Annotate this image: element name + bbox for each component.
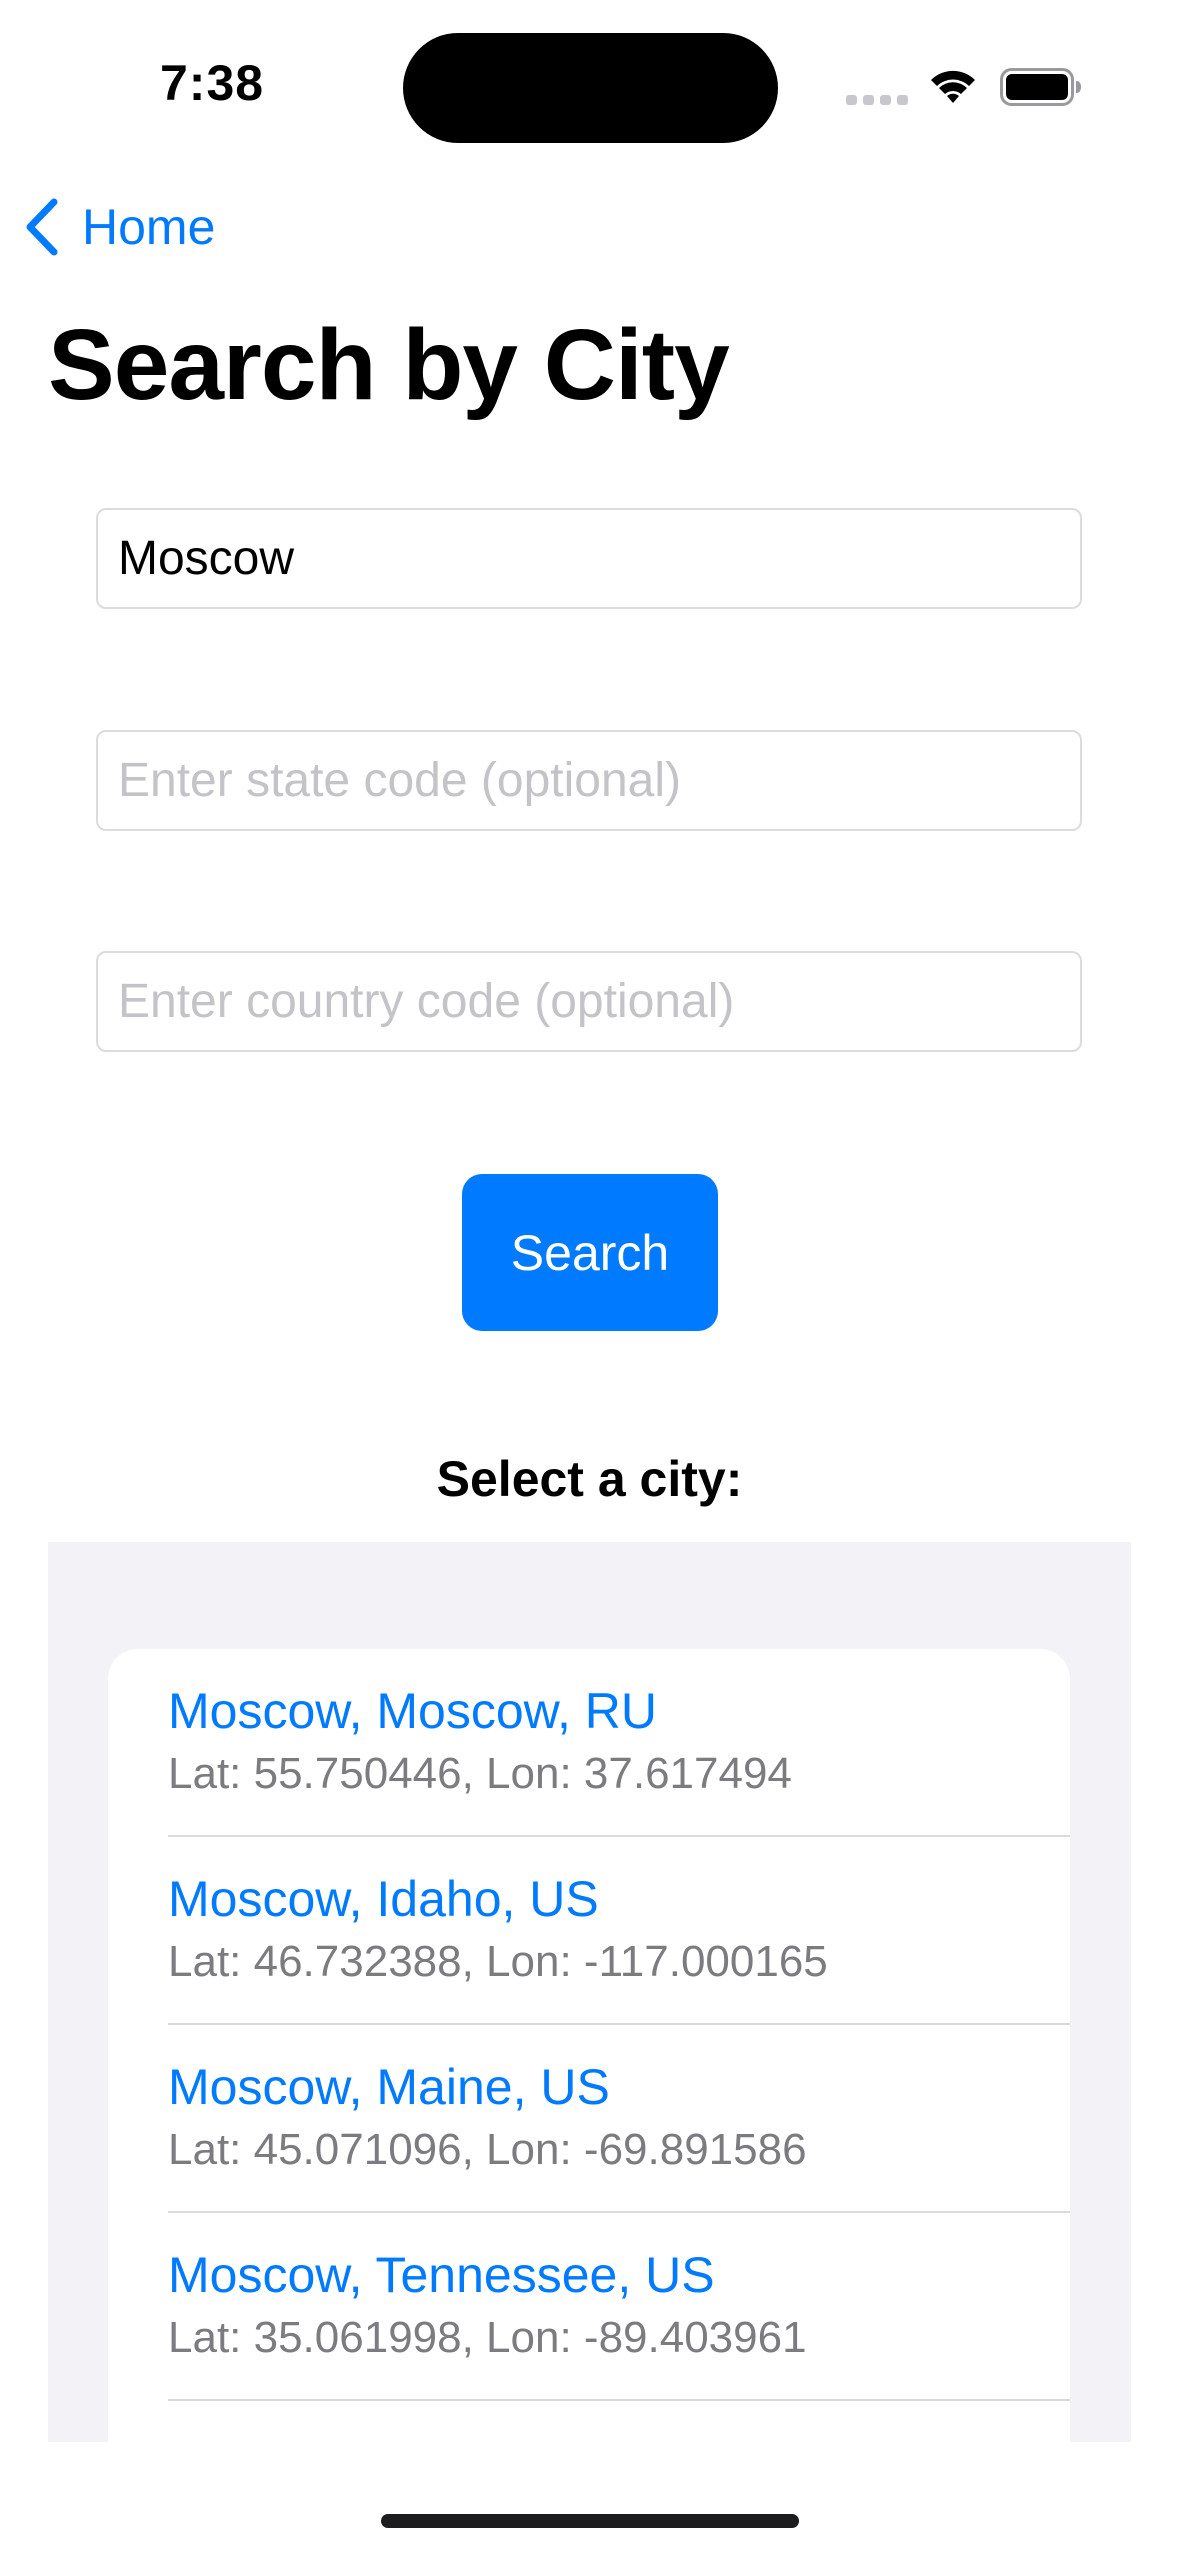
city-coordinates: Lat: 45.071096, Lon: -69.891586 — [168, 2125, 807, 2174]
chevron-left-icon — [26, 198, 58, 256]
country-code-input[interactable] — [96, 951, 1082, 1052]
city-input[interactable] — [96, 508, 1082, 609]
list-item[interactable]: Moscow, Tennessee, US Lat: 35.061998, Lo… — [168, 2213, 1070, 2401]
city-name: Moscow, Maine, US — [168, 2059, 610, 2115]
list-item[interactable]: Moscow, Maine, US Lat: 45.071096, Lon: -… — [168, 2025, 1070, 2213]
results-card: Moscow, Moscow, RU Lat: 55.750446, Lon: … — [108, 1649, 1070, 2442]
dynamic-island — [403, 33, 778, 143]
page-title: Search by City — [48, 309, 730, 421]
city-coordinates: Lat: 46.732388, Lon: -117.000165 — [168, 1937, 828, 1986]
home-indicator[interactable] — [381, 2514, 799, 2528]
city-name: Moscow, Tennessee, US — [168, 2247, 715, 2303]
results-list[interactable]: Moscow, Moscow, RU Lat: 55.750446, Lon: … — [48, 1542, 1131, 2442]
status-bar: 7:38 — [0, 0, 1179, 160]
search-button[interactable]: Search — [462, 1174, 718, 1331]
back-button-label: Home — [82, 199, 216, 255]
results-heading: Select a city: — [436, 1451, 743, 1507]
wifi-icon — [931, 70, 975, 103]
city-name: Moscow, Idaho, US — [168, 1871, 599, 1927]
cellular-signal-icon — [846, 95, 908, 105]
battery-icon — [1000, 68, 1081, 106]
state-code-input[interactable] — [96, 730, 1082, 831]
city-coordinates: Lat: 35.061998, Lon: -89.403961 — [168, 2313, 807, 2362]
city-name: Moscow, Moscow, RU — [168, 1683, 658, 1739]
list-item[interactable]: Moscow, Moscow, RU Lat: 55.750446, Lon: … — [168, 1649, 1070, 1837]
status-time: 7:38 — [160, 55, 265, 111]
back-button[interactable]: Home — [24, 195, 215, 259]
city-coordinates: Lat: 55.750446, Lon: 37.617494 — [168, 1749, 792, 1798]
list-item[interactable]: Moscow, Idaho, US Lat: 46.732388, Lon: -… — [168, 1837, 1070, 2025]
